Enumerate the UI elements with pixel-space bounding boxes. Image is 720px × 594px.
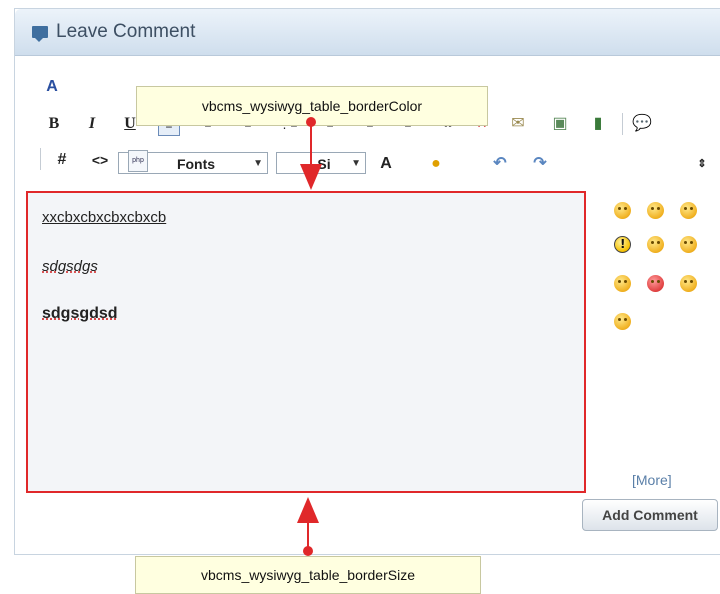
annotation-border-size: vbcms_wysiwyg_table_borderSize — [135, 556, 481, 594]
editor-line: sdgsgdsd — [42, 305, 118, 322]
editor-line: sdgsdgs — [42, 258, 98, 275]
resize-icon[interactable]: ⇕ — [692, 154, 712, 174]
editor-line: xxcbxcbxcbxcbxcb — [42, 209, 167, 226]
add-comment-button[interactable]: Add Comment — [582, 499, 718, 531]
hash-button[interactable]: # — [52, 150, 72, 170]
smilie-happy-icon[interactable] — [614, 275, 631, 292]
comment-icon — [32, 26, 48, 42]
toolbar-divider — [622, 113, 623, 135]
text-color-icon[interactable]: A — [376, 154, 396, 174]
smilie-grin-icon[interactable] — [614, 313, 631, 330]
annotation-arrow-down — [300, 164, 322, 190]
undo-icon[interactable]: ↶ — [490, 154, 510, 174]
quote-icon[interactable]: 💬 — [632, 114, 652, 134]
smilie-mad-icon[interactable] — [647, 275, 664, 292]
php-button[interactable]: php — [128, 150, 148, 172]
comment-editor[interactable]: xxcbxcbxcbxcbxcb sdgsdgs sdgsgdsd — [26, 191, 586, 493]
php-label: php — [132, 157, 144, 164]
code-button[interactable]: <> — [90, 150, 110, 170]
smilie-smile-icon[interactable] — [647, 202, 664, 219]
italic-button[interactable]: I — [82, 114, 102, 134]
insert-video-icon[interactable]: ▮ — [588, 114, 608, 134]
annotation-line — [310, 122, 312, 166]
smilie-warning-icon[interactable] — [614, 236, 631, 253]
bold-button[interactable]: B — [44, 114, 64, 134]
smilie-neutral-icon[interactable] — [680, 202, 697, 219]
smilie-picker-icon[interactable]: ● — [426, 154, 446, 174]
font-select-value: Fonts — [176, 156, 216, 172]
more-smilies-link[interactable]: [More] — [632, 472, 672, 488]
insert-image-icon[interactable]: ▣ — [550, 114, 570, 134]
smilie-sad-icon[interactable] — [680, 275, 697, 292]
toolbar-divider — [40, 148, 41, 170]
panel-header: Leave Comment — [15, 9, 720, 56]
annotation-arrow-up — [297, 497, 319, 523]
panel-title: Leave Comment — [56, 21, 196, 42]
smilie-question-icon[interactable] — [614, 202, 631, 219]
remove-format-icon[interactable]: A Fonts ▼ Si ▼ A ● ↶ ↷ ⇕ A/A — [42, 77, 707, 174]
smilie-shocked-icon[interactable] — [647, 236, 664, 253]
smilie-wink-icon[interactable] — [680, 236, 697, 253]
chevron-down-icon: ▼ — [351, 158, 361, 169]
email-link-icon[interactable]: ✉ — [508, 114, 528, 134]
chevron-down-icon: ▼ — [253, 158, 263, 169]
redo-icon[interactable]: ↷ — [530, 154, 550, 174]
annotation-dot — [303, 546, 313, 556]
